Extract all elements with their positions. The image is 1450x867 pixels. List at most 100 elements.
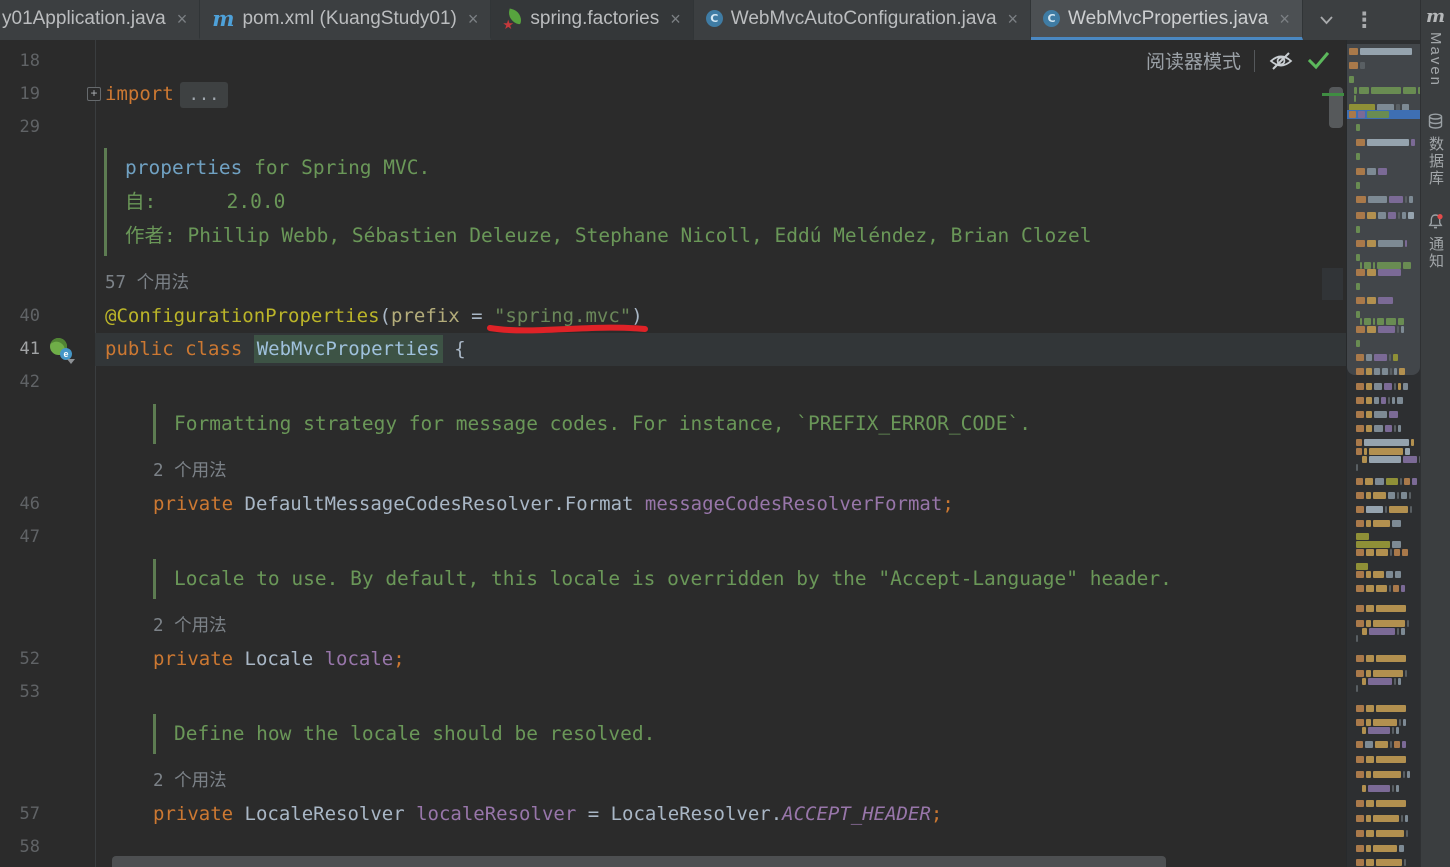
fold-icon[interactable]: + bbox=[87, 87, 101, 101]
tool-button-[interactable]: 数据库 bbox=[1425, 113, 1446, 187]
minimap-segment bbox=[1356, 397, 1364, 404]
minimap-segment bbox=[1412, 478, 1417, 485]
minimap-segment bbox=[1378, 212, 1386, 219]
gutter-cell: 18 bbox=[0, 45, 95, 78]
folded-region[interactable]: ... bbox=[179, 82, 229, 108]
minimap-row bbox=[1362, 678, 1401, 685]
minimap-segment bbox=[1366, 705, 1374, 712]
minimap-segment bbox=[1349, 48, 1358, 55]
minimap-segment bbox=[1376, 605, 1406, 612]
minimap-segment bbox=[1376, 800, 1406, 807]
minimap-row bbox=[1356, 254, 1360, 261]
minimap-row bbox=[1360, 262, 1411, 269]
minimap-segment bbox=[1411, 139, 1415, 146]
tab-bar: y01Application.java × m pom.xml (KuangStudy… bbox=[0, 0, 1420, 40]
usages-hint[interactable]: 2 个用法 bbox=[153, 609, 1346, 643]
tab-close-icon[interactable]: × bbox=[177, 10, 188, 28]
minimap-segment bbox=[1373, 492, 1386, 499]
minimap-segment bbox=[1362, 727, 1366, 734]
tab-close-icon[interactable]: × bbox=[468, 10, 479, 28]
code-minimap[interactable] bbox=[1346, 40, 1420, 867]
minimap-row bbox=[1349, 76, 1354, 83]
code-line-19: 19 + import... bbox=[0, 78, 1346, 111]
minimap-segment bbox=[1396, 727, 1399, 734]
tab-spring-factories[interactable]: ★ spring.factories × bbox=[491, 0, 694, 40]
minimap-segment bbox=[1373, 845, 1397, 852]
spring-boot-icon: ★ bbox=[502, 8, 524, 31]
doc-text: 作者: Phillip Webb, Sébastien Deleuze, Ste… bbox=[125, 224, 1092, 247]
tab-close-icon[interactable]: × bbox=[1008, 10, 1019, 28]
minimap-segment bbox=[1376, 655, 1406, 662]
minimap-segment bbox=[1392, 541, 1401, 548]
minimap-segment bbox=[1356, 182, 1360, 189]
tab-close-icon[interactable]: × bbox=[670, 10, 681, 28]
spring-bean-gutter-icon[interactable]: e bbox=[48, 336, 75, 364]
code-token: ( bbox=[379, 305, 391, 327]
code-token: localeResolver bbox=[416, 803, 577, 825]
minimap-row bbox=[1362, 456, 1420, 463]
usages-hint[interactable]: 2 个用法 bbox=[153, 764, 1346, 798]
chevron-down-icon[interactable] bbox=[1319, 15, 1334, 25]
code-token: LocaleResolver bbox=[233, 803, 417, 825]
minimap-segment bbox=[1373, 815, 1399, 822]
minimap-segment bbox=[1356, 478, 1363, 485]
minimap-segment bbox=[1401, 585, 1405, 592]
minimap-segment bbox=[1375, 741, 1388, 748]
minimap-segment bbox=[1398, 383, 1401, 390]
tab-webmvcautoconfiguration-java[interactable]: C WebMvcAutoConfiguration.java × bbox=[694, 0, 1032, 40]
minimap-segment bbox=[1366, 549, 1374, 556]
minimap-segment bbox=[1366, 756, 1374, 763]
minimap-segment bbox=[1407, 620, 1409, 627]
minimap-segment bbox=[1356, 685, 1358, 692]
tab-pom-xml-kuangstudy01[interactable]: m pom.xml (KuangStudy01) × bbox=[200, 0, 492, 40]
minimap-segment bbox=[1356, 620, 1364, 627]
minimap-row bbox=[1356, 478, 1417, 485]
red-marker-underline bbox=[486, 324, 648, 334]
minimap-segment bbox=[1410, 506, 1412, 513]
minimap-segment bbox=[1376, 705, 1406, 712]
minimap-row bbox=[1356, 240, 1407, 247]
code-token: { bbox=[442, 338, 466, 360]
eye-off-icon[interactable] bbox=[1268, 51, 1294, 71]
minimap-segment bbox=[1394, 383, 1396, 390]
tab-webmvcproperties-java[interactable]: C WebMvcProperties.java × bbox=[1031, 0, 1303, 40]
minimap-segment bbox=[1366, 520, 1371, 527]
tool-button-label: 通知 bbox=[1427, 236, 1444, 271]
minimap-segment bbox=[1356, 448, 1362, 455]
code-token: ; bbox=[393, 648, 405, 670]
minimap-segment bbox=[1394, 368, 1397, 375]
minimap-segment bbox=[1398, 425, 1401, 432]
minimap-segment bbox=[1369, 448, 1403, 455]
minimap-segment bbox=[1399, 719, 1401, 726]
inspections-ok-icon[interactable] bbox=[1307, 51, 1330, 70]
code-line-52: 52 private Locale locale; bbox=[0, 643, 1346, 676]
minimap-row bbox=[1356, 845, 1404, 852]
minimap-segment bbox=[1404, 478, 1410, 485]
minimap-row bbox=[1356, 326, 1404, 333]
line-number: 52 bbox=[19, 649, 40, 669]
minimap-segment bbox=[1356, 705, 1364, 712]
tab-close-icon[interactable]: × bbox=[1279, 10, 1290, 28]
tool-button-maven[interactable]: m Maven bbox=[1426, 8, 1445, 88]
minimap-segment bbox=[1386, 571, 1393, 578]
minimap-segment bbox=[1356, 800, 1364, 807]
tab-y01application-java[interactable]: y01Application.java × bbox=[0, 0, 201, 40]
tool-button-[interactable]: 通知 bbox=[1425, 213, 1446, 270]
editor-surface[interactable]: 18 19 + import... 29 properties for Spring MV… bbox=[0, 40, 1346, 867]
usages-hint[interactable]: 57 个用法 bbox=[105, 266, 1346, 300]
minimap-segment bbox=[1402, 741, 1406, 748]
minimap-segment bbox=[1356, 340, 1360, 347]
minimap-segment bbox=[1366, 354, 1372, 361]
minimap-segment bbox=[1366, 383, 1372, 390]
minimap-segment bbox=[1394, 425, 1396, 432]
minimap-segment bbox=[1366, 800, 1374, 807]
minimap-row bbox=[1356, 269, 1401, 276]
code-line-40: 40 @ConfigurationProperties(prefix = "spr… bbox=[0, 300, 1346, 334]
java-class-icon: C bbox=[705, 10, 723, 27]
horizontal-scrollbar-thumb[interactable] bbox=[112, 856, 1166, 867]
more-options-icon[interactable]: ⋮ bbox=[1354, 10, 1375, 31]
minimap-segment bbox=[1407, 771, 1410, 778]
minimap-segment bbox=[1356, 411, 1364, 418]
usages-hint[interactable]: 2 个用法 bbox=[153, 454, 1346, 488]
